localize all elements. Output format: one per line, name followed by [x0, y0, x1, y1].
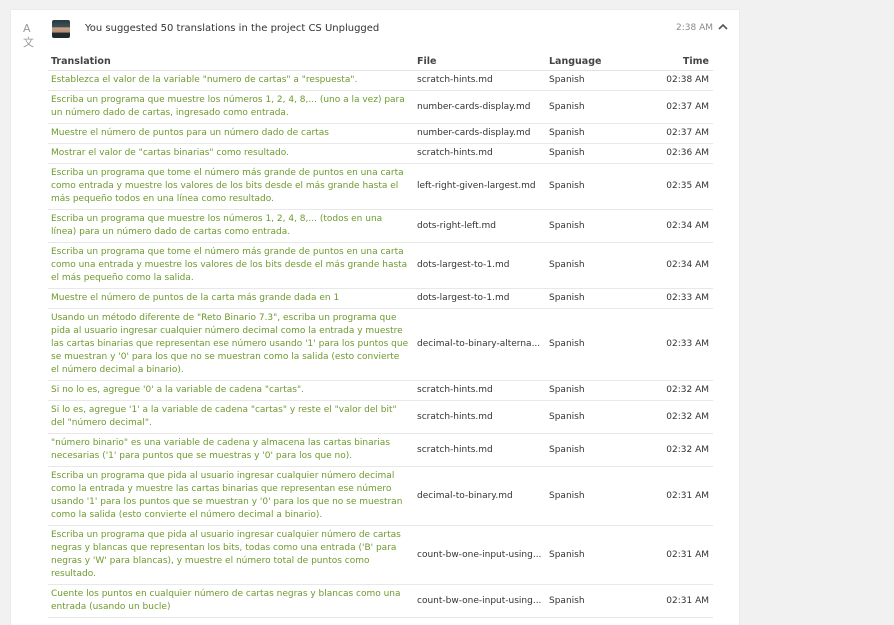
table-row: Escriba un programa que pida al usuario … — [48, 467, 713, 526]
table-row: Escriba un programa que muestre los núme… — [48, 210, 713, 243]
table-row: Muestre el número de puntos para un núme… — [48, 124, 713, 144]
file-cell[interactable]: count-bw-one-input-using... — [414, 595, 546, 608]
project-link[interactable]: CS Unplugged — [308, 23, 379, 34]
time-cell: 02:31 AM — [666, 549, 709, 560]
language-cell: Spanish — [549, 411, 585, 422]
language-cell: Spanish — [549, 549, 585, 560]
table-row: Escriba un programa que tome el número m… — [48, 164, 713, 210]
file-cell[interactable]: scratch-hints.md — [414, 444, 546, 457]
language-cell: Spanish — [549, 293, 585, 303]
translation-cell[interactable]: Escriba un programa que pida al usuario … — [48, 529, 414, 581]
table-body: Establezca el valor de la variable "nume… — [48, 71, 713, 618]
translation-cell[interactable]: Si lo es, agregue '1' a la variable de c… — [48, 404, 414, 430]
language-cell: Spanish — [549, 385, 585, 395]
file-cell[interactable]: dots-largest-to-1.md — [414, 292, 546, 305]
file-cell[interactable]: number-cards-display.md — [414, 101, 546, 114]
table-row: Si lo es, agregue '1' a la variable de c… — [48, 401, 713, 434]
language-cell: Spanish — [549, 148, 585, 158]
translation-cell[interactable]: Muestre el número de puntos de la carta … — [48, 292, 414, 305]
translations-table: Translation File Language Time Establezc… — [48, 52, 713, 618]
file-cell[interactable]: decimal-to-binary-alterna... — [414, 338, 546, 351]
table-header: Translation File Language Time — [48, 52, 713, 71]
time-cell: 02:38 AM — [666, 75, 709, 85]
file-cell[interactable]: scratch-hints.md — [414, 74, 546, 87]
table-row: Muestre el número de puntos de la carta … — [48, 289, 713, 309]
table-row: Establezca el valor de la variable "nume… — [48, 71, 713, 91]
time-cell: 02:35 AM — [666, 181, 709, 191]
time-cell: 02:36 AM — [666, 148, 709, 158]
table-row: Mostrar el valor de "cartas binarias" co… — [48, 144, 713, 164]
header-translation: Translation — [51, 55, 111, 67]
time-cell: 02:34 AM — [666, 260, 709, 270]
time-cell: 02:34 AM — [666, 220, 709, 231]
file-cell[interactable]: scratch-hints.md — [414, 384, 546, 397]
time-cell: 02:32 AM — [666, 385, 709, 395]
file-cell[interactable]: count-bw-one-input-using... — [414, 549, 546, 562]
language-cell: Spanish — [549, 444, 585, 455]
translation-cell[interactable]: Si no lo es, agregue '0' a la variable d… — [48, 384, 414, 397]
table-row: Escriba un programa que pida al usuario … — [48, 526, 713, 585]
table-row: Si no lo es, agregue '0' a la variable d… — [48, 381, 713, 401]
header-file: File — [417, 55, 437, 67]
time-cell: 02:32 AM — [666, 444, 709, 455]
translation-cell[interactable]: Escriba un programa que tome el número m… — [48, 246, 414, 285]
header-language: Language — [549, 55, 602, 67]
time-cell: 02:37 AM — [666, 101, 709, 112]
translation-cell[interactable]: "número binario" es una variable de cade… — [48, 437, 414, 463]
table-row: Escriba un programa que muestre los núme… — [48, 91, 713, 124]
activity-prefix: You suggested 50 translations in the pro… — [85, 23, 309, 34]
time-cell: 02:33 AM — [666, 293, 709, 303]
time-cell: 02:31 AM — [666, 595, 709, 606]
time-cell: 02:33 AM — [666, 339, 709, 349]
avatar[interactable] — [52, 20, 70, 38]
translation-cell[interactable]: Escriba un programa que muestre los núme… — [48, 213, 414, 239]
translate-icon: A文 — [23, 22, 34, 49]
language-cell: Spanish — [549, 490, 585, 501]
table-row: Cuente los puntos en cualquier número de… — [48, 585, 713, 618]
language-cell: Spanish — [549, 220, 585, 231]
file-cell[interactable]: left-right-given-largest.md — [414, 180, 546, 193]
language-cell: Spanish — [549, 75, 585, 85]
translation-cell[interactable]: Establezca el valor de la variable "nume… — [48, 74, 414, 87]
header-time: Time — [682, 55, 709, 67]
language-cell: Spanish — [549, 101, 585, 112]
translation-cell[interactable]: Escriba un programa que tome el número m… — [48, 167, 414, 206]
language-cell: Spanish — [549, 595, 585, 606]
translation-cell[interactable]: Cuente los puntos en cualquier número de… — [48, 588, 414, 614]
translation-cell[interactable]: Escriba un programa que pida al usuario … — [48, 470, 414, 522]
file-cell[interactable]: dots-right-left.md — [414, 220, 546, 233]
file-cell[interactable]: decimal-to-binary.md — [414, 490, 546, 503]
activity-time: 2:38 AM — [676, 23, 713, 33]
time-cell: 02:32 AM — [666, 411, 709, 422]
language-cell: Spanish — [549, 260, 585, 270]
translation-cell[interactable]: Muestre el número de puntos para un núme… — [48, 127, 414, 140]
translation-cell[interactable]: Escriba un programa que muestre los núme… — [48, 94, 414, 120]
file-cell[interactable]: scratch-hints.md — [414, 147, 546, 160]
language-cell: Spanish — [549, 339, 585, 349]
translation-cell[interactable]: Mostrar el valor de "cartas binarias" co… — [48, 147, 414, 160]
translation-cell[interactable]: Usando un método diferente de "Reto Bina… — [48, 312, 414, 377]
table-row: Usando un método diferente de "Reto Bina… — [48, 309, 713, 381]
time-cell: 02:31 AM — [666, 490, 709, 501]
chevron-up-icon[interactable] — [717, 21, 729, 33]
file-cell[interactable]: dots-largest-to-1.md — [414, 259, 546, 272]
file-cell[interactable]: number-cards-display.md — [414, 127, 546, 140]
activity-summary: You suggested 50 translations in the pro… — [85, 22, 379, 35]
file-cell[interactable]: scratch-hints.md — [414, 411, 546, 424]
language-cell: Spanish — [549, 128, 585, 138]
time-cell: 02:37 AM — [666, 128, 709, 138]
table-row: "número binario" es una variable de cade… — [48, 434, 713, 467]
language-cell: Spanish — [549, 181, 585, 191]
table-row: Escriba un programa que tome el número m… — [48, 243, 713, 289]
